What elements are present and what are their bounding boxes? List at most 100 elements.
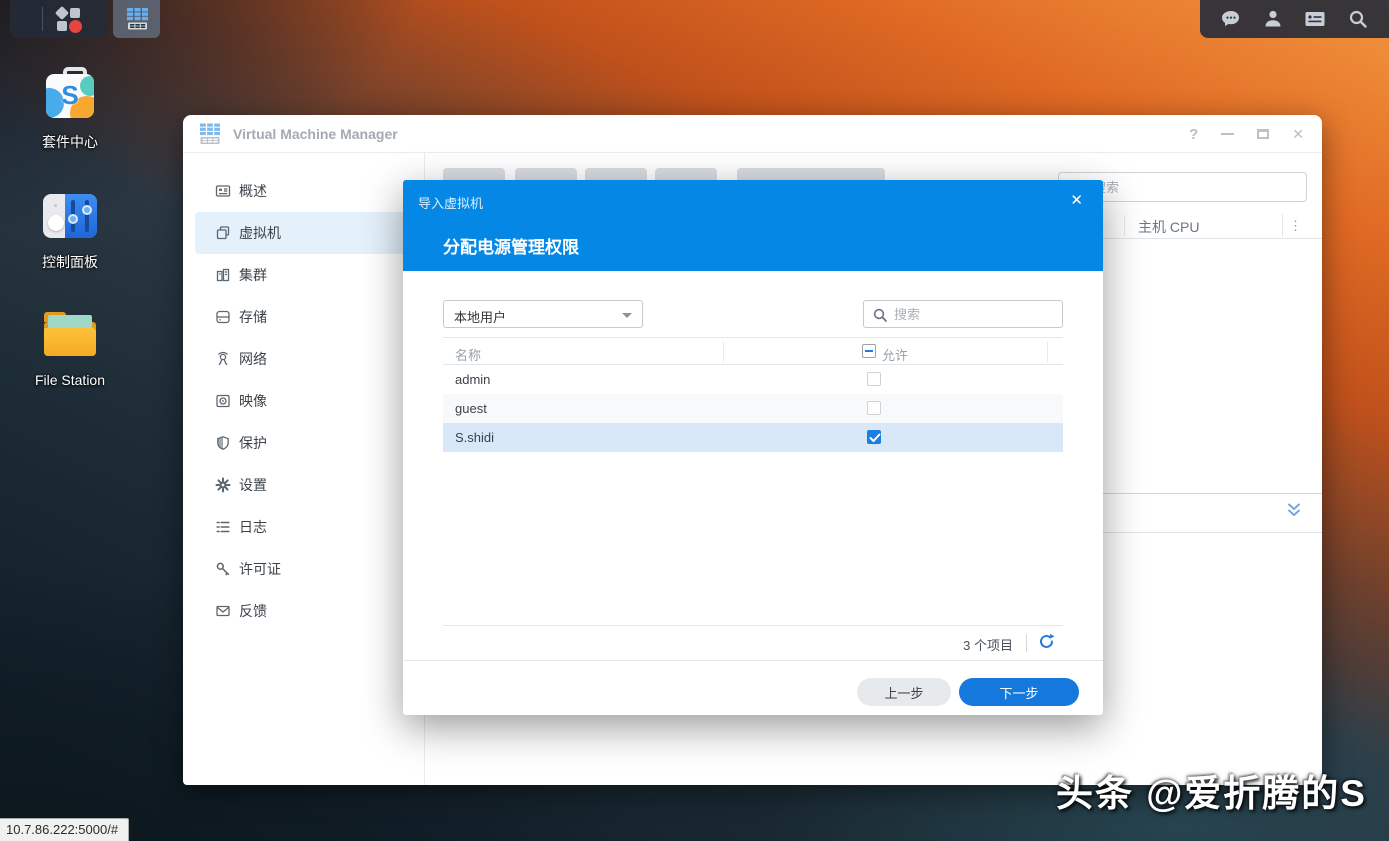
widgets-icon[interactable]: [1303, 8, 1327, 30]
dialog-close-icon[interactable]: ✕: [1070, 191, 1083, 209]
desktop-icon-package-center[interactable]: S 套件中心: [10, 66, 130, 152]
cluster-icon: [216, 268, 230, 282]
launcher-square: [57, 21, 67, 31]
back-button[interactable]: 上一步: [857, 678, 951, 706]
log-list-icon: [216, 521, 230, 533]
next-button[interactable]: 下一步: [959, 678, 1079, 706]
sidebar-label: 映像: [239, 393, 267, 409]
dialog-footer-divider: [403, 660, 1103, 661]
sidebar-item-network[interactable]: 网络: [183, 338, 424, 380]
taskbar-divider: [42, 7, 43, 31]
browser-status-url: 10.7.86.222:5000/#: [0, 818, 130, 841]
desktop-icon-file-station[interactable]: File Station: [10, 306, 130, 388]
table-header-row: 名称 允许: [443, 337, 1063, 365]
column-host-cpu[interactable]: 主机 CPU: [1138, 217, 1199, 237]
watermark-text: 头条 @爱折腾的S: [1055, 773, 1367, 814]
app-launcher-icon[interactable]: [54, 5, 82, 33]
close-window-button[interactable]: ✕: [1292, 126, 1304, 143]
sidebar-item-cluster[interactable]: 集群: [183, 254, 424, 296]
sidebar-label: 日志: [239, 519, 267, 535]
launcher-square: [70, 8, 80, 18]
taskbar-tray: [1200, 0, 1389, 38]
sidebar-label: 网络: [239, 351, 267, 367]
maximize-button[interactable]: [1257, 129, 1270, 139]
key-icon: [216, 562, 230, 576]
check-icon: [869, 433, 881, 442]
table-row-admin[interactable]: admin: [443, 365, 1063, 394]
search-icon[interactable]: [1347, 8, 1369, 30]
user-type-dropdown[interactable]: 本地用户: [443, 300, 643, 328]
user-icon[interactable]: [1262, 8, 1284, 30]
sidebar-item-settings[interactable]: 设置: [183, 464, 424, 506]
import-vm-dialog: 导入虚拟机 ✕ 分配电源管理权限 本地用户 名称 允许 admin guest: [403, 180, 1103, 715]
sidebar-label: 虚拟机: [239, 225, 281, 241]
dialog-step-heading: 分配电源管理权限: [443, 238, 579, 257]
search-icon: [873, 308, 887, 322]
footer-separator: [1026, 634, 1027, 652]
user-name: admin: [455, 372, 491, 387]
package-center-icon: S: [41, 66, 99, 124]
dropdown-value: 本地用户: [454, 310, 507, 325]
dialog-search-input[interactable]: [894, 302, 1059, 326]
dialog-header: 导入虚拟机 ✕ 分配电源管理权限: [403, 180, 1103, 271]
column-allow[interactable]: 允许: [882, 345, 908, 364]
network-icon: [218, 351, 228, 365]
sidebar-item-license[interactable]: 许可证: [183, 548, 424, 590]
permissions-table: 名称 允许 admin guest S.shidi: [443, 337, 1063, 452]
overview-icon: [215, 185, 231, 197]
table-row-sshidi[interactable]: S.shidi: [443, 423, 1063, 452]
minimize-button[interactable]: [1221, 133, 1235, 135]
window-titlebar[interactable]: Virtual Machine Manager ? ✕: [183, 115, 1322, 153]
vmm-window-icon: [200, 123, 220, 144]
sidebar-item-log[interactable]: 日志: [183, 506, 424, 548]
sidebar-item-image[interactable]: 映像: [183, 380, 424, 422]
launcher-diamond: [54, 5, 70, 21]
sidebar-item-feedback[interactable]: 反馈: [183, 590, 424, 632]
sidebar-label: 存储: [239, 309, 267, 325]
user-name: S.shidi: [455, 430, 495, 445]
launcher-red-dot: [69, 20, 82, 33]
item-count: 3 个项目: [963, 638, 1013, 653]
sidebar-item-storage[interactable]: 存储: [183, 296, 424, 338]
sidebar-label: 反馈: [239, 603, 267, 619]
user-name: guest: [455, 401, 487, 416]
column-name[interactable]: 名称: [455, 345, 481, 364]
table-row-guest[interactable]: guest: [443, 394, 1063, 423]
sidebar-label: 设置: [239, 477, 267, 493]
allow-all-checkbox-indeterminate[interactable]: [862, 344, 876, 358]
image-icon: [216, 394, 230, 408]
help-button[interactable]: ?: [1189, 126, 1198, 143]
taskbar-item-vmm[interactable]: [113, 0, 160, 38]
expand-chevrons-icon[interactable]: [1286, 502, 1302, 518]
envelope-icon: [216, 605, 230, 617]
sidebar-label: 保护: [239, 435, 267, 451]
dialog-title: 导入虚拟机: [418, 196, 484, 211]
sidebar-item-virtual-machine[interactable]: 虚拟机: [195, 212, 424, 254]
sidebar: 概述 虚拟机 集群 存储 网络 映像 保护 设置 日志 许可证 反馈: [183, 153, 425, 785]
column-divider: [1047, 341, 1048, 363]
allow-checkbox-unchecked[interactable]: [867, 401, 881, 415]
column-divider: [723, 341, 724, 363]
desktop-icon-label: 控制面板: [42, 254, 98, 270]
gear-icon: [215, 477, 231, 493]
vmm-icon: [126, 8, 148, 30]
sidebar-label: 集群: [239, 267, 267, 283]
chat-icon[interactable]: [1220, 8, 1242, 30]
desktop-icon-label: 套件中心: [42, 134, 98, 150]
desktop-icon-control-panel[interactable]: 控制面板: [10, 186, 130, 272]
sidebar-item-overview[interactable]: 概述: [183, 170, 424, 212]
column-menu-icon[interactable]: ⋮: [1282, 214, 1308, 237]
column-divider: [1124, 215, 1125, 236]
sidebar-item-protection[interactable]: 保护: [183, 422, 424, 464]
dialog-search-box: [863, 300, 1063, 328]
allow-checkbox-unchecked[interactable]: [867, 372, 881, 386]
sidebar-label: 许可证: [239, 561, 281, 577]
sidebar-label: 概述: [239, 183, 267, 199]
table-footer: 3 个项目: [443, 625, 1063, 659]
allow-checkbox-checked[interactable]: [867, 430, 881, 444]
control-panel-icon: [41, 186, 99, 244]
desktop-icon-label: File Station: [34, 372, 106, 388]
chevron-down-icon: [622, 313, 632, 318]
file-station-icon: [41, 306, 99, 364]
refresh-icon[interactable]: [1038, 633, 1055, 650]
